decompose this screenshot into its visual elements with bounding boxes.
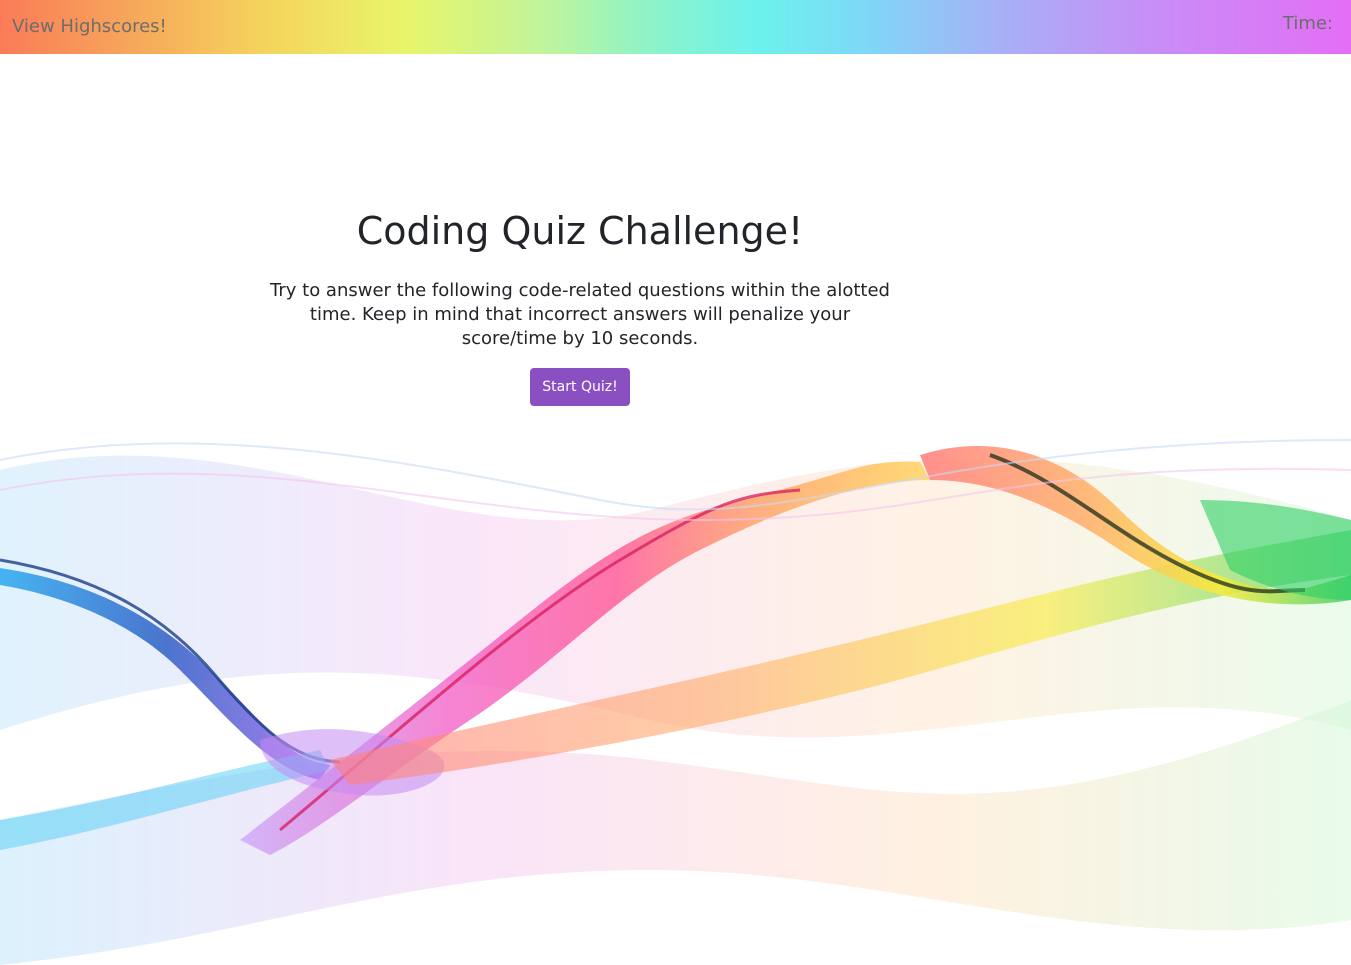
- page-title: Coding Quiz Challenge!: [356, 209, 804, 253]
- intro-section: Coding Quiz Challenge! Try to answer the…: [0, 205, 1160, 406]
- page: View Highscores! Time: Coding Quiz Chall…: [0, 0, 1351, 965]
- intro-text: Try to answer the following code-related…: [270, 280, 890, 349]
- timer-label: Time:: [1282, 13, 1333, 34]
- view-highscores-link[interactable]: View Highscores!: [12, 16, 167, 37]
- top-bar: View Highscores! Time:: [0, 0, 1351, 54]
- rainbow-wave-background: [0, 439, 1351, 965]
- timer: Time:: [1283, 13, 1337, 34]
- start-quiz-button[interactable]: Start Quiz!: [530, 368, 630, 406]
